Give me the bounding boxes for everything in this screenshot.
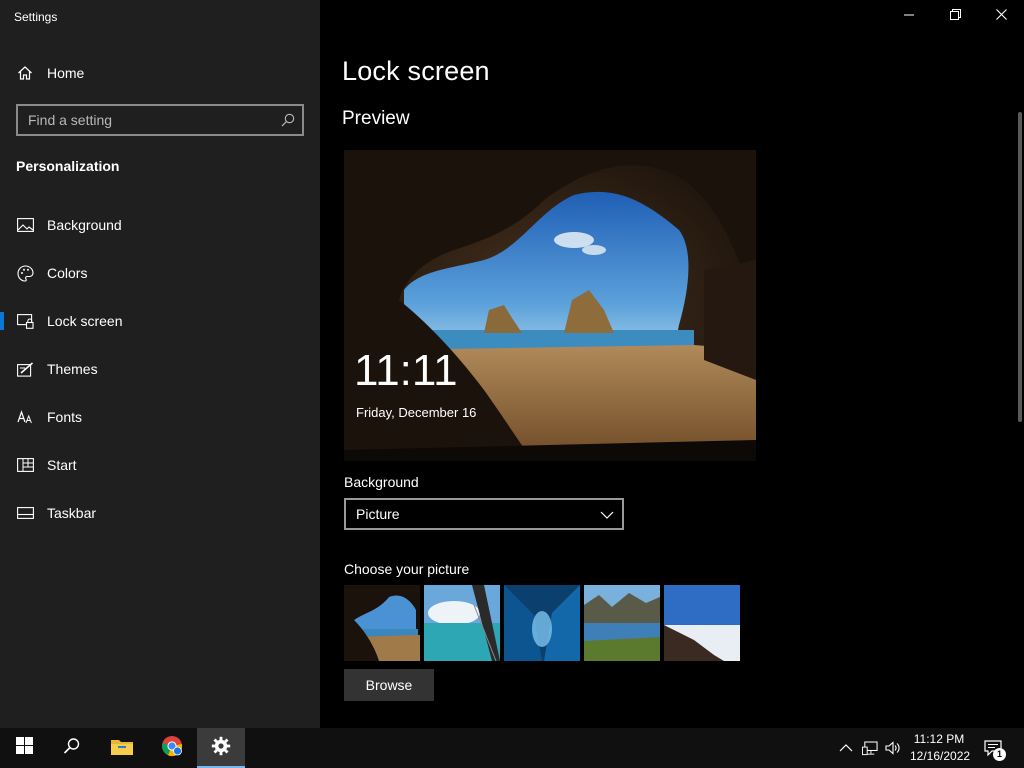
sidebar-item-label: Start (47, 457, 77, 473)
chevron-down-icon (600, 508, 614, 520)
picture-thumbnail-cave[interactable] (344, 585, 420, 661)
picture-thumbnail-ice[interactable] (504, 585, 580, 661)
start-button[interactable] (0, 728, 48, 768)
sidebar-item-label: Themes (47, 361, 98, 377)
page-title: Lock screen (342, 56, 490, 86)
background-dropdown-value: Picture (356, 506, 400, 522)
volume-icon[interactable] (885, 740, 901, 756)
sidebar-item-label: Fonts (47, 409, 83, 425)
minimize-button[interactable] (886, 0, 932, 32)
sidebar-item-fonts[interactable]: Fonts (0, 397, 320, 437)
sidebar-item-label: Lock screen (47, 313, 123, 329)
restore-button[interactable] (932, 0, 978, 32)
sidebar-item-background[interactable]: Background (0, 205, 320, 245)
search-input[interactable] (18, 106, 268, 134)
clock-date[interactable]: 12/16/2022 (910, 749, 970, 763)
picture-thumbnail-lake[interactable] (584, 585, 660, 661)
scrollbar[interactable] (1018, 112, 1022, 422)
sidebar-item-colors[interactable]: Colors (0, 253, 320, 293)
search-icon[interactable] (280, 112, 296, 128)
search-box[interactable] (16, 104, 304, 136)
palette-icon (16, 264, 34, 282)
browse-button[interactable]: Browse (344, 669, 434, 701)
home-icon (16, 64, 34, 82)
search-icon (63, 737, 81, 760)
sidebar-item-themes[interactable]: Themes (0, 349, 320, 389)
picture-thumbnail-snow[interactable] (664, 585, 740, 661)
windows-logo-icon (15, 737, 33, 759)
close-icon (995, 7, 1007, 25)
home-label: Home (47, 65, 85, 81)
preview-date: Friday, December 16 (356, 405, 477, 420)
chevron-up-icon[interactable] (838, 740, 854, 756)
sidebar-item-label: Taskbar (47, 505, 97, 521)
choose-picture-label: Choose your picture (344, 561, 470, 577)
folder-icon (111, 737, 133, 760)
start-icon (16, 456, 34, 474)
fonts-icon (16, 408, 34, 426)
minimize-icon (904, 7, 914, 25)
notification-badge: 1 (993, 748, 1006, 761)
app-title: Settings (14, 10, 58, 24)
close-button[interactable] (978, 0, 1024, 32)
home-link[interactable]: Home (0, 53, 320, 93)
chrome-button[interactable] (148, 728, 196, 768)
file-explorer-button[interactable] (98, 728, 146, 768)
section-header: Personalization (16, 158, 120, 174)
picture-thumbnail-sea[interactable] (424, 585, 500, 661)
network-icon[interactable] (862, 740, 878, 756)
chrome-icon (161, 735, 183, 762)
sidebar-item-label: Background (47, 217, 122, 233)
sidebar-item-lock-screen[interactable]: Lock screen (0, 301, 320, 341)
sidebar-item-start[interactable]: Start (0, 445, 320, 485)
themes-icon (16, 360, 34, 378)
background-label: Background (344, 474, 419, 490)
taskbar-icon (16, 504, 34, 522)
clock-time[interactable]: 11:12 PM (910, 732, 968, 746)
lock-screen-icon (16, 312, 34, 330)
taskbar-search-button[interactable] (48, 728, 96, 768)
lock-screen-preview: 11:11 Friday, December 16 (344, 150, 756, 461)
settings-taskbar-button[interactable] (197, 728, 245, 768)
preview-clock: 11:11 (354, 346, 458, 395)
sidebar-item-taskbar[interactable]: Taskbar (0, 493, 320, 533)
sidebar-item-label: Colors (47, 265, 88, 281)
taskbar: 11:12 PM 12/16/2022 1 (0, 728, 1024, 768)
restore-icon (949, 7, 961, 25)
picture-icon (16, 216, 34, 234)
sidebar: Settings Home Personalization Background… (0, 0, 320, 728)
gear-icon (211, 736, 231, 761)
preview-heading: Preview (342, 108, 410, 129)
background-dropdown[interactable]: Picture (344, 498, 624, 530)
